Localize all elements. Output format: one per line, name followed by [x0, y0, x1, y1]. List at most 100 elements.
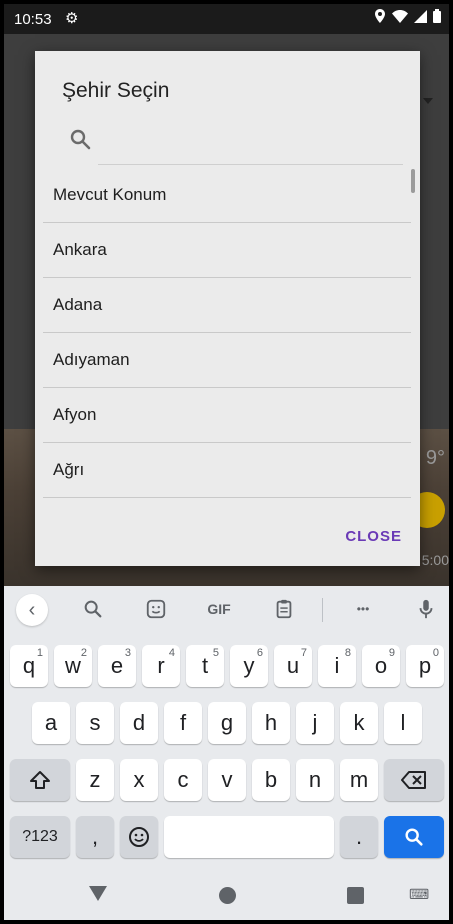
- phone-screen: 10:53 ⚙ 9° 5:00 Şehir Seçin Mevcut Konum…: [4, 4, 449, 920]
- list-item-label: Afyon: [53, 405, 97, 424]
- list-item-label: Adıyaman: [53, 350, 130, 369]
- key-h[interactable]: h: [252, 702, 290, 744]
- key-hint: 2: [80, 647, 87, 659]
- list-item-afyon[interactable]: Afyon: [43, 388, 411, 443]
- key-y[interactable]: y6: [230, 645, 268, 687]
- key-m[interactable]: m: [340, 759, 378, 801]
- key-label: z: [89, 767, 101, 792]
- dialog-title: Şehir Seçin: [62, 79, 170, 102]
- key-x[interactable]: x: [120, 759, 158, 801]
- key-hint: 9: [388, 647, 395, 659]
- key-label: p: [418, 653, 432, 678]
- list-item-adiyaman[interactable]: Adıyaman: [43, 333, 411, 388]
- background-time: 5:00: [421, 552, 449, 568]
- key-label: q: [22, 653, 36, 678]
- status-bar: 10:53 ⚙: [4, 4, 449, 34]
- battery-icon: [433, 9, 441, 23]
- key-hint: 5: [212, 647, 219, 659]
- key-label: c: [177, 767, 189, 792]
- keyboard: ‹ GIF ••• q 1 w 2 e 3 r 4 t 5 y 6 u 7 i …: [4, 586, 449, 868]
- keyboard-toolbar: ‹ GIF •••: [4, 586, 449, 634]
- key-t[interactable]: t5: [186, 645, 224, 687]
- status-icons: [374, 9, 441, 23]
- list-item-current-location[interactable]: Mevcut Konum: [43, 168, 411, 223]
- key-hint: 1: [36, 647, 43, 659]
- search-icon[interactable]: [82, 594, 104, 624]
- key-k[interactable]: k: [340, 702, 378, 744]
- key-i[interactable]: i8: [318, 645, 356, 687]
- key-label: h: [264, 710, 278, 735]
- list-scrollbar[interactable]: [411, 169, 415, 193]
- key-label: l: [400, 710, 406, 735]
- list-item-label: Adana: [53, 295, 103, 314]
- key-label: u: [286, 653, 300, 678]
- city-search-input[interactable]: [98, 131, 402, 163]
- key-f[interactable]: f: [164, 702, 202, 744]
- search-icon: [405, 828, 423, 846]
- key-label: r: [157, 653, 165, 678]
- wifi-icon: [392, 9, 408, 23]
- key-o[interactable]: o9: [362, 645, 400, 687]
- backspace-icon: [401, 771, 426, 789]
- key-label: j: [312, 710, 318, 735]
- key-v[interactable]: v: [208, 759, 246, 801]
- key-hint: 8: [344, 647, 351, 659]
- comma-key[interactable]: ,: [76, 816, 114, 858]
- more-icon[interactable]: •••: [348, 594, 378, 624]
- emoji-icon: [129, 827, 149, 847]
- key-label: s: [89, 710, 101, 735]
- key-s[interactable]: s: [76, 702, 114, 744]
- clipboard-icon[interactable]: [273, 594, 295, 624]
- key-a[interactable]: a: [32, 702, 70, 744]
- key-label: g: [220, 710, 234, 735]
- close-button[interactable]: CLOSE: [345, 528, 402, 545]
- gif-button[interactable]: GIF: [204, 594, 234, 624]
- list-item-label: Ağrı: [53, 460, 85, 479]
- list-item-ankara[interactable]: Ankara: [43, 223, 411, 278]
- key-hint: 3: [124, 647, 131, 659]
- microphone-icon[interactable]: [415, 594, 437, 624]
- key-label: i: [334, 653, 340, 678]
- list-item-agri[interactable]: Ağrı: [43, 443, 411, 498]
- key-hint: 7: [300, 647, 307, 659]
- key-j[interactable]: j: [296, 702, 334, 744]
- key-label: e: [110, 653, 124, 678]
- key-label: b: [264, 767, 278, 792]
- space-key[interactable]: [164, 816, 334, 858]
- key-label: t: [201, 653, 209, 678]
- key-label: x: [133, 767, 145, 792]
- key-b[interactable]: b: [252, 759, 290, 801]
- key-u[interactable]: u7: [274, 645, 312, 687]
- key-label: m: [349, 767, 369, 792]
- key-c[interactable]: c: [164, 759, 202, 801]
- backspace-key[interactable]: [384, 759, 444, 801]
- list-item-label: Ankara: [53, 240, 107, 259]
- key-r[interactable]: r4: [142, 645, 180, 687]
- search-enter-key[interactable]: [384, 816, 444, 858]
- numbers-key[interactable]: ?123: [10, 816, 70, 858]
- sticker-icon[interactable]: [145, 594, 167, 624]
- emoji-key[interactable]: [120, 816, 158, 858]
- key-g[interactable]: g: [208, 702, 246, 744]
- key-label: f: [179, 710, 187, 735]
- key-d[interactable]: d: [120, 702, 158, 744]
- key-z[interactable]: z: [76, 759, 114, 801]
- city-list: Mevcut Konum Ankara Adana Adıyaman Afyon…: [43, 168, 411, 503]
- key-n[interactable]: n: [296, 759, 334, 801]
- shift-icon: [30, 771, 50, 789]
- key-e[interactable]: e3: [98, 645, 136, 687]
- keyboard-switch-icon[interactable]: ⌨: [409, 886, 429, 903]
- key-w[interactable]: w2: [54, 645, 92, 687]
- period-key[interactable]: .: [340, 816, 378, 858]
- list-item-adana[interactable]: Adana: [43, 278, 411, 333]
- search-icon: [70, 129, 91, 150]
- key-p[interactable]: p0: [406, 645, 444, 687]
- nav-back-icon[interactable]: [89, 886, 107, 901]
- key-l[interactable]: l: [384, 702, 422, 744]
- key-label: y: [243, 653, 255, 678]
- nav-home-icon[interactable]: [219, 887, 236, 904]
- chevron-left-icon[interactable]: ‹: [16, 594, 48, 626]
- key-q[interactable]: q1: [10, 645, 48, 687]
- shift-key[interactable]: [10, 759, 70, 801]
- nav-recents-icon[interactable]: [347, 887, 364, 904]
